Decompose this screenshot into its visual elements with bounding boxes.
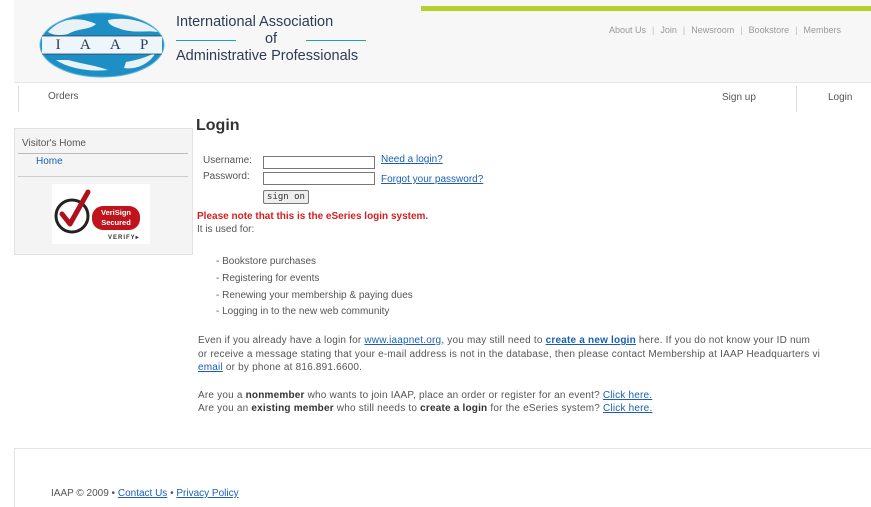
para1-text: here. If you do not know your ID num: [635, 335, 811, 346]
org-name: International Association of Administrat…: [176, 14, 406, 65]
sign-on-button[interactable]: sign on: [263, 190, 309, 204]
para2-text: who wants to join IAAP, place an order o…: [304, 390, 603, 401]
list-item: - Bookstore purchases: [216, 256, 317, 267]
topnav-members[interactable]: Members: [803, 25, 841, 35]
para2-text: Are you a: [198, 390, 246, 401]
existing-member-click-here-link[interactable]: Click here.: [603, 403, 652, 414]
footer-divider: [14, 448, 15, 507]
password-input[interactable]: [263, 172, 375, 185]
email-link[interactable]: email: [198, 362, 223, 373]
existing-member-bold: existing member: [251, 403, 334, 414]
password-label: Password:: [203, 171, 250, 182]
org-name-line2: of: [176, 31, 366, 48]
nonmember-click-here-link[interactable]: Click here.: [603, 390, 652, 401]
nav-divider: [796, 86, 797, 112]
logo-letter-a1: A: [79, 36, 91, 53]
login-info-paragraph: Even if you already have a login for www…: [198, 334, 871, 375]
list-item: - Registering for events: [216, 272, 320, 284]
forgot-password-link[interactable]: Forgot your password?: [381, 174, 483, 185]
para1-line2: or receive a message stating that your e…: [198, 348, 821, 360]
need-login-link[interactable]: Need a login?: [381, 154, 443, 165]
topnav-about-us[interactable]: About Us: [609, 25, 646, 35]
uses-list: - Bookstore purchases - Registering for …: [216, 254, 413, 321]
verisign-verify: VERIFY▸: [108, 235, 140, 241]
create-login-bold: create a login: [420, 403, 488, 414]
page-title: Login: [196, 117, 240, 134]
logo-letter-a2: A: [109, 36, 121, 53]
para2-text: for the eSeries system?: [487, 403, 603, 414]
footer: IAAP © 2009 • Contact Us • Privacy Polic…: [51, 488, 239, 499]
top-navigation: About Us | Join | Newsroom | Bookstore | Members: [609, 25, 841, 35]
eseries-notice: Please note that this is the eSeries log…: [197, 211, 429, 222]
para1-text: or by phone at 816.891.6600.: [222, 362, 363, 373]
iaapnet-link[interactable]: www.iaapnet.org: [364, 335, 441, 346]
topnav-join[interactable]: Join: [660, 25, 677, 35]
membership-paragraph: Are you a nonmember who wants to join IA…: [198, 389, 871, 415]
used-for-label: It is used for:: [197, 224, 255, 235]
nav-login[interactable]: Login: [828, 92, 852, 103]
list-item: - Renewing your membership & paying dues: [216, 289, 413, 301]
verisign-badge[interactable]: VeriSign Secured VERIFY▸: [52, 184, 150, 244]
accent-bar: [421, 6, 871, 11]
footer-divider: [14, 448, 871, 449]
para2-text: who still needs to: [333, 403, 421, 414]
nav-orders[interactable]: Orders: [48, 91, 79, 102]
username-label: Username:: [203, 155, 252, 166]
para2-text: Are you an: [198, 403, 252, 414]
topnav-bookstore[interactable]: Bookstore: [749, 25, 790, 35]
logo-letter-i: I: [55, 36, 61, 53]
nav-divider: [18, 86, 19, 112]
sidebar-title: Visitor's Home: [22, 138, 86, 149]
org-name-line3: Administrative Professionals: [176, 48, 359, 64]
sidebar-divider: [18, 176, 188, 177]
verisign-line1: VeriSign: [100, 208, 131, 217]
create-new-login-link[interactable]: create a new login: [546, 335, 636, 346]
org-name-line1: International Association: [176, 14, 334, 30]
list-item: - Logging in to the new web community: [216, 306, 390, 318]
privacy-policy-link[interactable]: Privacy Policy: [176, 488, 238, 499]
sidebar-item-home[interactable]: Home: [36, 156, 63, 167]
footer-copyright: IAAP © 2009 •: [51, 488, 118, 499]
iaap-logo[interactable]: I A A P: [38, 10, 166, 80]
para1-text: Even if you already have a login for: [198, 335, 365, 346]
username-input[interactable]: [263, 156, 375, 169]
verisign-line2: Secured: [101, 218, 131, 227]
nonmember-bold: nonmember: [245, 390, 305, 401]
logo-letter-p: P: [140, 36, 149, 53]
sidebar-divider: [18, 153, 188, 154]
topnav-newsroom[interactable]: Newsroom: [691, 25, 734, 35]
nav-sign-up[interactable]: Sign up: [722, 92, 756, 103]
contact-us-link[interactable]: Contact Us: [118, 488, 167, 499]
para1-text: , you may still need to: [441, 335, 546, 346]
